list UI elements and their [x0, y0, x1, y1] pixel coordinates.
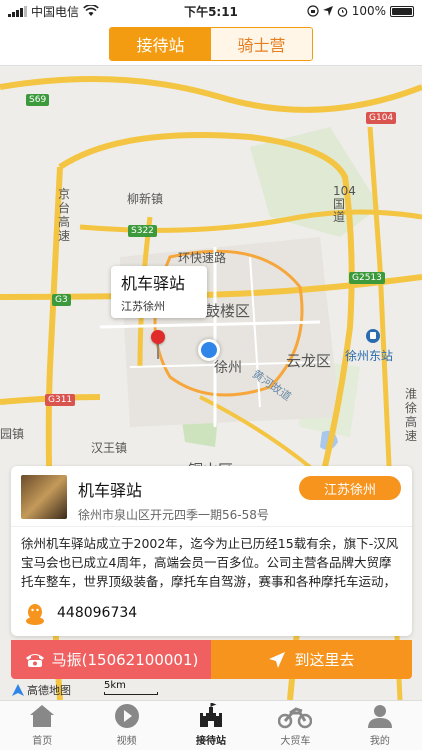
tab-profile[interactable]: 我的 — [338, 701, 422, 750]
tab-reception-station-label: 接待站 — [196, 736, 227, 747]
station-title: 机车驿站 — [78, 481, 143, 500]
navigate-button[interactable]: 到这里去 — [211, 640, 412, 679]
road-shield-g104: G104 — [366, 112, 397, 124]
current-location-icon — [198, 339, 220, 361]
station-info-card[interactable]: 机车驿站 江苏徐州 徐州市泉山区开元四季一期56-58号 徐州机车驿站成立于20… — [11, 466, 412, 636]
map-attribution: 高德地图 — [12, 682, 71, 698]
station-thumbnail — [21, 475, 67, 519]
map-label-yunlong: 云龙区 — [286, 352, 332, 370]
home-icon — [30, 705, 55, 727]
wifi-icon — [83, 5, 99, 16]
map-label-gulou: 鼓楼区 — [205, 302, 251, 320]
station-address: 徐州市泉山区开元四季一期56-58号 — [78, 508, 269, 522]
road-shield-g3: G3 — [52, 294, 71, 306]
play-video-icon — [114, 704, 139, 728]
map-pin-icon[interactable] — [151, 330, 165, 344]
map-pin-stick — [157, 343, 159, 359]
map-label-xuzhou-east-station: 徐州东站 — [345, 349, 394, 363]
callout-subtitle: 江苏徐州 — [121, 300, 165, 313]
status-bar: 中国电信 下午5:11 100% — [0, 0, 422, 22]
motorcycle-icon — [278, 707, 313, 729]
tab-bar: 首页 视频 接待站 大贸车 我的 — [0, 700, 422, 750]
cellular-signal-icon — [8, 5, 27, 17]
status-time: 下午5:11 — [184, 4, 238, 19]
tab-reception-station[interactable]: 接待站 — [169, 701, 253, 750]
call-button[interactable]: 马振(15062100001) — [11, 640, 211, 679]
segment-reception-station[interactable]: 接待站 — [110, 27, 211, 60]
road-shield-g311: G311 — [45, 394, 76, 406]
road-shield-s69: S69 — [26, 94, 50, 106]
tab-home[interactable]: 首页 — [0, 701, 84, 750]
call-button-label: 马振(15062100001) — [51, 651, 199, 669]
tab-motorcycles-label: 大贸车 — [280, 736, 311, 747]
orientation-lock-icon — [307, 5, 319, 17]
map-callout[interactable]: 机车驿站 江苏徐州 — [111, 266, 207, 318]
map-scale-bar — [104, 692, 158, 695]
road-shield-s322: S322 — [128, 225, 157, 237]
card-divider — [11, 526, 412, 527]
region-badge: 江苏徐州 — [299, 476, 401, 500]
map-label-liuxin: 柳新镇 — [127, 192, 164, 206]
station-description: 徐州机车驿站成立于2002年，迄今为止已历经15载有余，旗下-汉风宝马会也已成立… — [21, 536, 399, 589]
tab-motorcycles[interactable]: 大贸车 — [253, 701, 337, 750]
map-label-jingtai: 京台高速 — [58, 187, 71, 243]
battery-icon — [390, 5, 414, 17]
carrier-label: 中国电信 — [31, 4, 80, 19]
battery-percent: 100% — [351, 4, 386, 18]
navigation-arrow-icon — [269, 651, 286, 668]
tab-profile-label: 我的 — [369, 736, 390, 747]
road-shield-g2513: G2513 — [349, 272, 385, 284]
map-label-xuzhou: 徐州 — [214, 360, 242, 376]
alarm-icon — [337, 6, 347, 17]
map-label-yuan-town: 园镇 — [0, 427, 25, 441]
amap-logo-text: 高德地图 — [27, 684, 71, 697]
map-label-104-national-road: 104国道 — [333, 184, 356, 224]
segment-rider-camp[interactable]: 骑士营 — [211, 27, 312, 60]
tab-video-label: 视频 — [116, 736, 137, 747]
tab-home-label: 首页 — [32, 736, 53, 747]
map-label-huaixu: 淮徐高速 — [405, 387, 418, 443]
qq-penguin-icon — [26, 604, 44, 625]
map-scale-label: 5km — [104, 680, 126, 691]
user-profile-icon — [367, 705, 392, 728]
castle-icon — [200, 703, 223, 727]
amap-logo-icon — [12, 684, 24, 696]
telephone-icon — [25, 653, 44, 667]
navigation-bar: 接待站 骑士营 — [0, 22, 422, 66]
location-arrow-icon — [322, 6, 333, 16]
train-station-icon — [366, 329, 380, 343]
qq-number[interactable]: 448096734 — [57, 605, 137, 621]
map-label-ring-road: 环快速路 — [178, 251, 227, 265]
navigate-button-label: 到这里去 — [294, 651, 355, 669]
map-label-hanwang: 汉王镇 — [91, 441, 128, 455]
tab-video[interactable]: 视频 — [84, 701, 168, 750]
callout-title: 机车驿站 — [121, 274, 186, 293]
segmented-control: 接待站 骑士营 — [109, 26, 313, 61]
